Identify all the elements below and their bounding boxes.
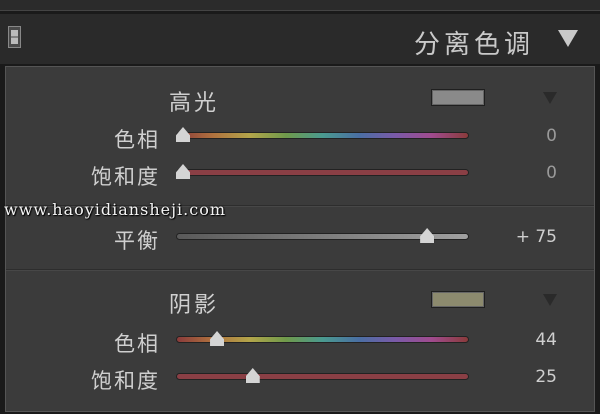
split-toning-header[interactable]: 分离色调 bbox=[0, 14, 600, 64]
shadows-saturation-value[interactable]: 25 bbox=[497, 367, 557, 387]
top-panel-edge bbox=[0, 0, 600, 11]
panel-title: 分离色调 bbox=[413, 30, 534, 60]
highlights-hue-label: 色相 bbox=[114, 128, 160, 152]
highlights-label: 高光 bbox=[169, 91, 220, 116]
watermark-text: www.haoyidiansheji.com bbox=[4, 200, 227, 219]
shadows-color-swatch[interactable] bbox=[431, 291, 485, 308]
shadows-saturation-slider[interactable] bbox=[176, 373, 469, 380]
highlights-saturation-slider[interactable] bbox=[176, 169, 469, 176]
shadows-hue-slider-thumb[interactable] bbox=[210, 331, 225, 346]
highlights-color-swatch[interactable] bbox=[431, 89, 485, 106]
shadows-hue-label: 色相 bbox=[114, 332, 160, 356]
section-divider bbox=[6, 269, 594, 271]
highlights-saturation-label: 饱和度 bbox=[91, 165, 160, 189]
highlights-hue-value[interactable]: 0 bbox=[497, 126, 557, 146]
highlights-saturation-slider-thumb[interactable] bbox=[176, 164, 190, 179]
shadows-menu-triangle-icon[interactable] bbox=[543, 294, 557, 306]
balance-label: 平衡 bbox=[114, 229, 160, 253]
split-toning-panel: 高光 色相 0 饱和度 0 平衡 + 75 阴影 色相 44 饱和度 25 bbox=[5, 66, 595, 412]
balance-value[interactable]: + 75 bbox=[497, 227, 557, 247]
highlights-menu-triangle-icon[interactable] bbox=[543, 92, 557, 104]
highlights-saturation-value[interactable]: 0 bbox=[497, 163, 557, 183]
panel-switch-icon[interactable] bbox=[8, 26, 21, 48]
balance-slider-thumb[interactable] bbox=[420, 228, 435, 243]
collapse-triangle-icon[interactable] bbox=[558, 30, 578, 47]
highlights-hue-slider-thumb[interactable] bbox=[176, 127, 190, 142]
shadows-saturation-slider-thumb[interactable] bbox=[245, 368, 260, 383]
shadows-label: 阴影 bbox=[169, 293, 220, 318]
shadows-hue-value[interactable]: 44 bbox=[497, 330, 557, 350]
shadows-saturation-label: 饱和度 bbox=[91, 369, 160, 393]
highlights-hue-slider[interactable] bbox=[176, 132, 469, 139]
